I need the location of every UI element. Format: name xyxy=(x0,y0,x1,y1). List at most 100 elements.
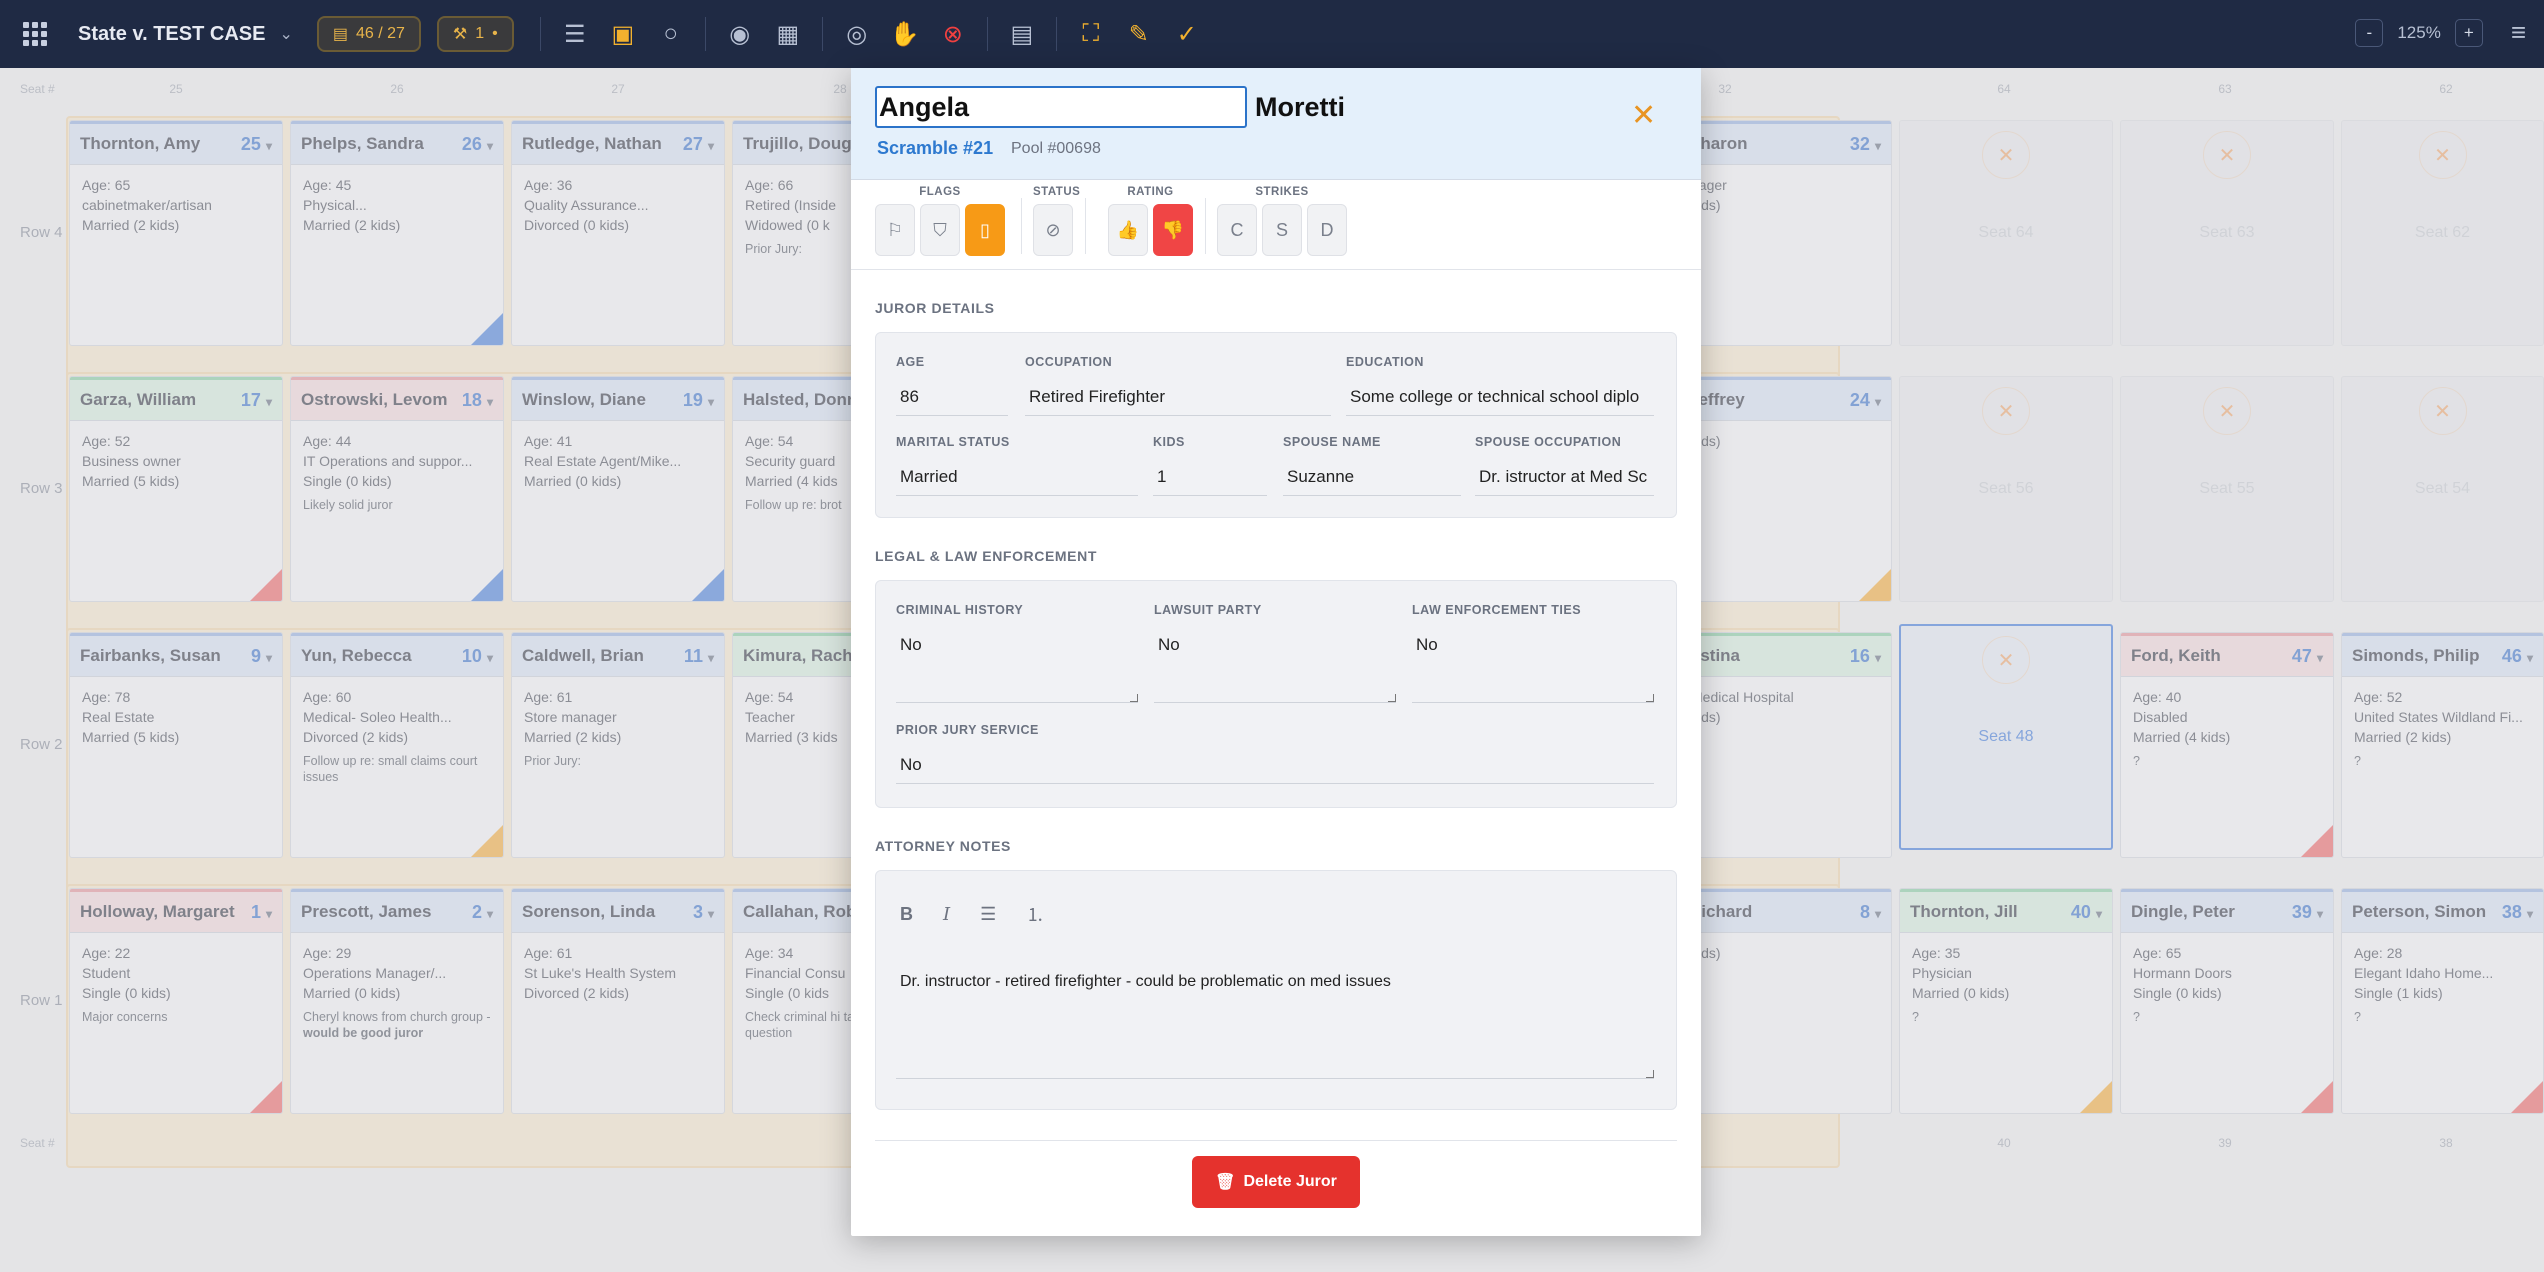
kids-label: KIDS xyxy=(1153,435,1185,449)
rating-label: RATING xyxy=(1127,186,1174,198)
delete-juror-button[interactable]: 🗑 Delete Juror xyxy=(1192,1156,1360,1208)
divider xyxy=(1021,198,1022,254)
education-field[interactable]: Some college or technical school diplo xyxy=(1346,387,1654,416)
edit-icon[interactable]: ✎ xyxy=(1121,16,1157,52)
occupation-label: OCCUPATION xyxy=(1025,355,1113,369)
juror-toolbar: FLAGS ⚐ ⛉ ▯ STATUS ⊘ RATING 👍 👎 STRIKES … xyxy=(851,180,1701,270)
spouse-occupation-label: SPOUSE OCCUPATION xyxy=(1475,435,1622,449)
age-field[interactable]: 86 xyxy=(896,387,1008,416)
resize-handle[interactable] xyxy=(1646,694,1654,702)
trash-icon: 🗑 xyxy=(1215,1174,1236,1191)
zoom-level: 125% xyxy=(2397,22,2441,42)
education-label: EDUCATION xyxy=(1346,355,1424,369)
last-name-field[interactable]: Moretti xyxy=(1255,92,1345,123)
marital-status-label: MARITAL STATUS xyxy=(896,435,1010,449)
apps-grid-icon[interactable] xyxy=(18,17,52,51)
flags-label: FLAGS xyxy=(919,186,961,198)
expand-icon[interactable]: ⛶ xyxy=(1073,16,1109,52)
occupation-field[interactable]: Retired Firefighter xyxy=(1025,387,1331,416)
table-icon[interactable]: ▦ xyxy=(770,16,806,52)
sliders-icon[interactable]: ☰ xyxy=(557,16,593,52)
chat-icon[interactable]: ▣ xyxy=(605,16,641,52)
juror-details-section: JUROR DETAILS AGE 86 OCCUPATION Retired … xyxy=(851,300,1701,1110)
divider xyxy=(1205,198,1206,254)
zoom-out-button[interactable]: - xyxy=(2355,18,2384,47)
juror-count-badge[interactable]: ▤ 46 / 27 xyxy=(316,16,421,52)
resize-handle[interactable] xyxy=(1646,1070,1654,1078)
eye-icon[interactable]: ◉ xyxy=(722,16,758,52)
first-name-input[interactable] xyxy=(875,86,1247,128)
age-label: AGE xyxy=(896,355,925,369)
strike-defense-button[interactable]: D xyxy=(1307,204,1347,256)
lightbulb-icon[interactable]: ○ xyxy=(653,16,689,52)
checklist-icon[interactable]: ✓ xyxy=(1169,16,1205,52)
strike-count: 1 xyxy=(475,25,485,42)
pool-number: Pool #00698 xyxy=(1011,140,1101,157)
divider xyxy=(539,17,541,51)
section-title: ATTORNEY NOTES xyxy=(875,838,1011,854)
strikes-label: STRIKES xyxy=(1255,186,1309,198)
cancel-circle-icon[interactable]: ⊗ xyxy=(935,16,971,52)
gavel-icon: ⚒ xyxy=(452,26,468,43)
divider xyxy=(704,17,706,51)
zoom-in-button[interactable]: + xyxy=(2454,18,2483,47)
lawsuit-party-label: LAWSUIT PARTY xyxy=(1154,603,1262,617)
divider xyxy=(1055,17,1057,51)
kids-field[interactable]: 1 xyxy=(1153,467,1267,496)
criminal-history-field[interactable]: No xyxy=(896,635,1138,703)
spouse-name-label: SPOUSE NAME xyxy=(1283,435,1381,449)
bold-icon[interactable]: B xyxy=(900,904,913,925)
resize-handle[interactable] xyxy=(1388,694,1396,702)
thumbs-down-icon[interactable]: 👎 xyxy=(1153,204,1193,256)
status-label: STATUS xyxy=(1033,186,1081,198)
juror-edit-modal: Moretti ✕ Scramble #21 Pool #00698 FLAGS… xyxy=(851,68,1701,1236)
strike-count-badge[interactable]: ⚒ 1 • xyxy=(436,16,514,52)
strike-state-button[interactable]: S xyxy=(1262,204,1302,256)
thumbs-up-icon[interactable]: 👍 xyxy=(1108,204,1148,256)
bullet-list-icon[interactable]: ☰ xyxy=(980,904,996,925)
divider xyxy=(821,17,823,51)
notes-text: Dr. instructor - retired firefighter - c… xyxy=(900,973,1391,990)
case-title[interactable]: State v. TEST CASE xyxy=(78,23,265,46)
lawsuit-party-field[interactable]: No xyxy=(1154,635,1396,703)
flags-group: FLAGS ⚐ ⛉ ▯ xyxy=(875,186,1005,256)
ban-icon[interactable]: ⊘ xyxy=(1033,204,1073,256)
section-title: LEGAL & LAW ENFORCEMENT xyxy=(875,548,1097,564)
marital-status-field[interactable]: Married xyxy=(896,467,1138,496)
spouse-name-field[interactable]: Suzanne xyxy=(1283,467,1461,496)
rating-group: RATING 👍 👎 xyxy=(1108,186,1193,256)
resize-handle[interactable] xyxy=(1130,694,1138,702)
zoom-controls: - 125% + ≡ xyxy=(2355,17,2526,48)
hand-icon[interactable]: ✋ xyxy=(887,16,923,52)
layout-icon[interactable]: ▤ xyxy=(1004,16,1040,52)
legal-box: CRIMINAL HISTORY No LAWSUIT PARTY No LAW… xyxy=(875,580,1677,808)
juror-details-box: AGE 86 OCCUPATION Retired Firefighter ED… xyxy=(875,332,1677,518)
prior-jury-field[interactable]: No xyxy=(896,755,1654,784)
flag-icon[interactable]: ⚐ xyxy=(875,204,915,256)
target-icon[interactable]: ◎ xyxy=(839,16,875,52)
bookmark-icon[interactable]: ▯ xyxy=(965,204,1005,256)
clipboard-icon: ▤ xyxy=(332,26,348,43)
divider xyxy=(1085,198,1086,254)
spouse-occupation-field[interactable]: Dr. istructor at Med Sc xyxy=(1475,467,1654,496)
scramble-number: Scramble #21 xyxy=(877,138,994,158)
strike-cause-button[interactable]: C xyxy=(1217,204,1257,256)
shield-icon[interactable]: ⛉ xyxy=(920,204,960,256)
law-enforcement-field[interactable]: No xyxy=(1412,635,1654,703)
law-enforcement-label: LAW ENFORCEMENT TIES xyxy=(1412,603,1582,617)
chevron-down-icon[interactable]: ⌄ xyxy=(279,24,292,44)
status-group: STATUS ⊘ xyxy=(1033,186,1080,256)
italic-icon[interactable]: I xyxy=(943,904,950,925)
divider xyxy=(986,17,988,51)
criminal-history-label: CRIMINAL HISTORY xyxy=(896,603,1024,617)
close-icon[interactable]: ✕ xyxy=(1631,98,1656,133)
top-toolbar: State v. TEST CASE ⌄ ▤ 46 / 27 ⚒ 1 • ☰ ▣ ○ … xyxy=(0,0,2544,68)
attorney-notes-box: B I ☰ ⒈ Dr. instructor - retired firefig… xyxy=(875,870,1677,1110)
section-title: JUROR DETAILS xyxy=(875,300,995,316)
modal-header: Moretti ✕ Scramble #21 Pool #00698 xyxy=(851,68,1701,180)
numbered-list-icon[interactable]: ⒈ xyxy=(1026,901,1044,927)
prior-jury-label: PRIOR JURY SERVICE xyxy=(896,723,1039,737)
rich-text-toolbar: B I ☰ ⒈ xyxy=(900,901,1044,927)
menu-icon[interactable]: ≡ xyxy=(2511,17,2526,48)
strikes-group: STRIKES C S D xyxy=(1217,186,1347,256)
